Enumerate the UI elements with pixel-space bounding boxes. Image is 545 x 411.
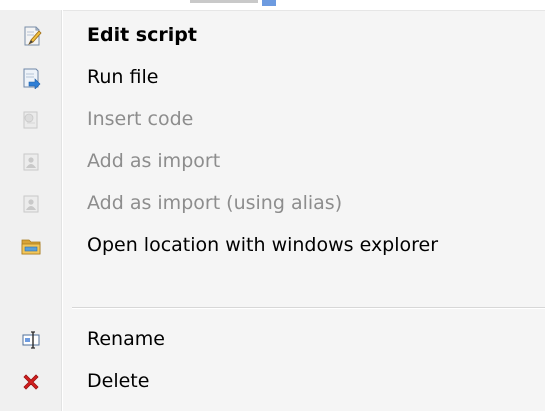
partial-background-row [0, 0, 545, 11]
add-import-icon [20, 151, 42, 173]
menu-item-label: Open location with windows explorer [87, 234, 439, 256]
menu-item-label: Run file [87, 66, 159, 88]
menu-item-rename[interactable]: Rename [0, 319, 545, 361]
menu-item-add-as-import-alias[interactable]: Add as import (using alias) [0, 183, 545, 225]
menu-item-label: Edit script [87, 24, 197, 46]
menu-item-open-location[interactable]: Open location with windows explorer [0, 225, 545, 267]
menu-item-label: Add as import [87, 150, 221, 172]
insert-code-icon [20, 109, 42, 131]
rename-icon [20, 329, 42, 351]
add-import-alias-icon [20, 193, 42, 215]
menu-separator [72, 307, 545, 309]
menu-item-label: Rename [87, 328, 165, 350]
menu-item-insert-code[interactable]: Insert code [0, 99, 545, 141]
menu-item-label: Delete [87, 370, 150, 392]
menu-item-label: Add as import (using alias) [87, 192, 343, 214]
menu-item-label: Insert code [87, 108, 194, 130]
menu-item-run-file[interactable]: Run file [0, 57, 545, 99]
menu-item-delete[interactable]: Delete [0, 361, 545, 403]
run-file-icon [20, 67, 42, 90]
context-menu: Edit script Run file Insert code Add as … [0, 0, 545, 411]
edit-script-icon [20, 25, 42, 47]
folder-icon [20, 235, 42, 257]
delete-icon [20, 371, 42, 393]
menu-item-edit-script[interactable]: Edit script [0, 15, 545, 57]
menu-item-add-as-import[interactable]: Add as import [0, 141, 545, 183]
